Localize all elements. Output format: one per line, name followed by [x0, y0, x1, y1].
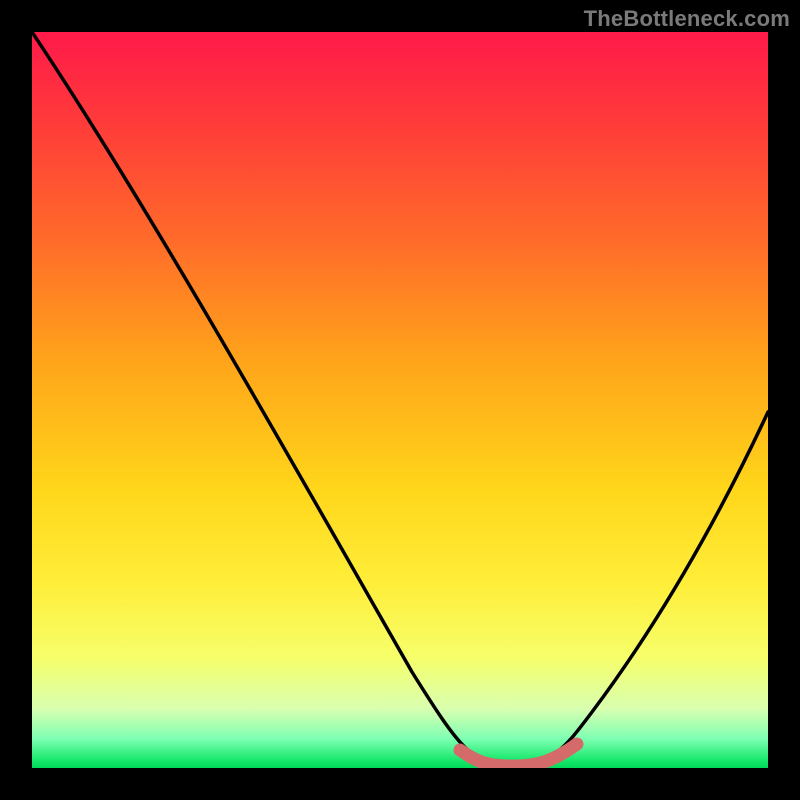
- valley-highlight: [460, 744, 577, 766]
- plot-area: [32, 32, 768, 768]
- watermark-text: TheBottleneck.com: [584, 6, 790, 32]
- chart-frame: TheBottleneck.com: [0, 0, 800, 800]
- curve-layer: [32, 32, 768, 768]
- bottleneck-curve: [32, 32, 768, 764]
